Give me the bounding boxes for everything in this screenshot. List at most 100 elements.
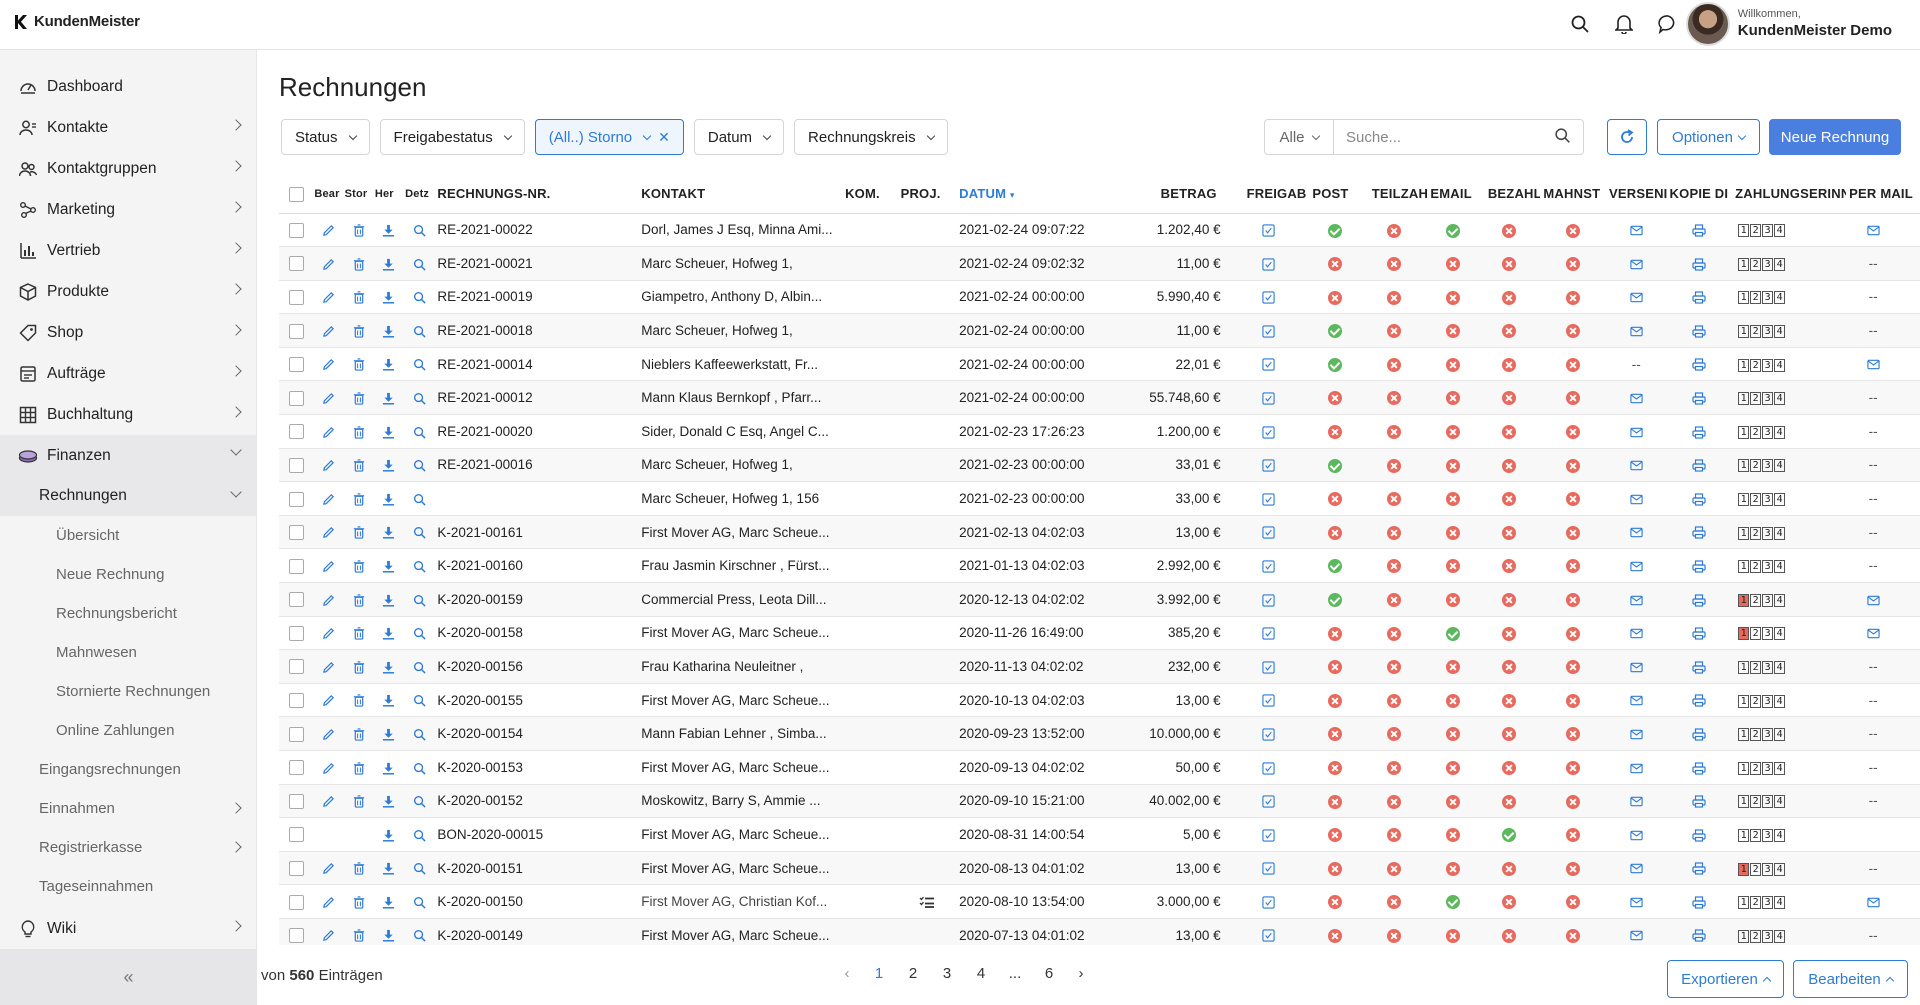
row-checkbox[interactable] xyxy=(288,357,304,373)
printer-icon[interactable] xyxy=(1691,627,1707,641)
reminder-level-3[interactable]: 3 xyxy=(1762,795,1774,809)
edit-icon[interactable] xyxy=(321,593,335,607)
printer-icon[interactable] xyxy=(1691,660,1707,674)
sidebar-subitem-einnahmen[interactable]: Einnahmen xyxy=(0,789,256,828)
reminder-level-4[interactable]: 4 xyxy=(1774,660,1786,674)
reminder-level-3[interactable]: 3 xyxy=(1762,660,1774,674)
magnifier-icon[interactable] xyxy=(412,727,426,741)
app-logo[interactable]: KundenMeister xyxy=(14,13,140,30)
approve-icon[interactable] xyxy=(1262,862,1276,876)
reminder-levels[interactable]: 1234 xyxy=(1738,526,1786,540)
reminder-level-4[interactable]: 4 xyxy=(1774,694,1786,708)
reminder-level-3[interactable]: 3 xyxy=(1762,425,1774,439)
sidebar-item-marketing[interactable]: Marketing xyxy=(0,189,256,230)
edit-icon[interactable] xyxy=(321,324,335,338)
printer-icon[interactable] xyxy=(1691,324,1707,338)
download-icon[interactable] xyxy=(382,862,396,876)
reminder-level-3[interactable]: 3 xyxy=(1762,728,1774,742)
edit-icon[interactable] xyxy=(321,425,335,439)
table-row[interactable]: K-2021-00160 Frau Jasmin Kirschner , Fürs… xyxy=(279,548,1920,584)
avatar[interactable] xyxy=(1685,2,1730,46)
sidebar-item-rechnungen[interactable]: Rechnungen xyxy=(0,476,256,516)
edit-icon[interactable] xyxy=(321,391,335,405)
reminder-level-1[interactable]: 1 xyxy=(1738,761,1750,775)
reminder-level-4[interactable]: 4 xyxy=(1774,291,1786,305)
download-icon[interactable] xyxy=(382,291,396,305)
edit-icon[interactable] xyxy=(321,559,335,573)
download-icon[interactable] xyxy=(382,727,396,741)
table-row[interactable]: RE-2021-00021 Marc Scheuer, Hofweg 1, 2021… xyxy=(279,246,1920,281)
magnifier-icon[interactable] xyxy=(412,862,426,876)
reminder-level-4[interactable]: 4 xyxy=(1774,257,1786,271)
edit-icon[interactable] xyxy=(321,627,335,641)
reminder-level-4[interactable]: 4 xyxy=(1774,492,1786,506)
send-mail-icon[interactable] xyxy=(1629,526,1643,540)
trash-icon[interactable] xyxy=(352,795,366,809)
reminder-level-2[interactable]: 2 xyxy=(1750,728,1762,742)
reminder-levels[interactable]: 1234 xyxy=(1738,896,1786,910)
approve-icon[interactable] xyxy=(1262,559,1276,573)
reminder-level-4[interactable]: 4 xyxy=(1774,593,1786,607)
table-row[interactable]: K-2020-00152 Moskowitz, Barry S, Ammie ..… xyxy=(279,784,1920,819)
trash-icon[interactable] xyxy=(352,291,366,305)
prev-page-button[interactable]: ‹ xyxy=(832,965,862,982)
reminder-levels[interactable]: 1234 xyxy=(1738,627,1786,641)
reminder-level-3[interactable]: 3 xyxy=(1762,896,1774,910)
reminder-level-3[interactable]: 3 xyxy=(1762,593,1774,607)
reminder-level-2[interactable]: 2 xyxy=(1750,560,1762,574)
trash-icon[interactable] xyxy=(352,324,366,338)
download-icon[interactable] xyxy=(382,492,396,506)
reminder-level-3[interactable]: 3 xyxy=(1762,694,1774,708)
printer-icon[interactable] xyxy=(1691,358,1707,372)
trash-icon[interactable] xyxy=(352,257,366,271)
reminder-level-4[interactable]: 4 xyxy=(1774,526,1786,540)
table-row[interactable]: K-2020-00155 First Mover AG, Marc Scheue.… xyxy=(279,683,1920,718)
approve-icon[interactable] xyxy=(1262,324,1276,338)
reminder-level-4[interactable]: 4 xyxy=(1774,896,1786,910)
table-row[interactable]: RE-2021-00019 Giampetro, Anthony D, Albin… xyxy=(279,280,1920,315)
trash-icon[interactable] xyxy=(352,895,366,909)
edit-icon[interactable] xyxy=(321,795,335,809)
row-checkbox[interactable] xyxy=(288,793,304,809)
contact-cell[interactable]: Sider, Donald C Esq, Angel C... xyxy=(638,414,843,449)
reminder-level-2[interactable]: 2 xyxy=(1750,795,1762,809)
reminder-levels[interactable]: 1234 xyxy=(1738,325,1786,339)
reminder-level-2[interactable]: 2 xyxy=(1750,425,1762,439)
bell-icon[interactable] xyxy=(1612,12,1636,36)
printer-icon[interactable] xyxy=(1691,559,1707,573)
reminder-level-1[interactable]: 1 xyxy=(1738,459,1750,473)
send-mail-icon[interactable] xyxy=(1629,559,1643,573)
invoice-number[interactable]: RE-2021-00016 xyxy=(434,448,639,483)
row-checkbox[interactable] xyxy=(288,659,304,675)
magnifier-icon[interactable] xyxy=(412,929,426,943)
page-button-1[interactable]: 1 xyxy=(862,965,896,982)
reminder-levels[interactable]: 1234 xyxy=(1738,660,1786,674)
send-mail-icon[interactable] xyxy=(1629,593,1643,607)
row-checkbox[interactable] xyxy=(288,390,304,406)
contact-cell[interactable]: Moskowitz, Barry S, Ammie ... xyxy=(638,784,843,819)
reminder-level-1[interactable]: 1 xyxy=(1738,492,1750,506)
reminder-level-2[interactable]: 2 xyxy=(1750,224,1762,238)
printer-icon[interactable] xyxy=(1691,694,1707,708)
table-row[interactable]: RE-2021-00014 Nieblers Kaffeewerkstatt, F… xyxy=(279,347,1920,382)
options-button[interactable]: Optionen xyxy=(1657,119,1760,155)
per-mail-icon[interactable] xyxy=(1866,627,1880,641)
row-checkbox[interactable] xyxy=(288,726,304,742)
reminder-level-3[interactable]: 3 xyxy=(1762,291,1774,305)
table-row[interactable]: BON-2020-00015 First Mover AG, Marc Scheu… xyxy=(279,817,1920,852)
reminder-level-4[interactable]: 4 xyxy=(1774,761,1786,775)
row-checkbox[interactable] xyxy=(288,323,304,339)
reminder-level-2[interactable]: 2 xyxy=(1750,862,1762,876)
send-mail-icon[interactable] xyxy=(1629,627,1643,641)
contact-cell[interactable]: Dorl, James J Esq, Minna Ami... xyxy=(638,213,843,248)
magnifier-icon[interactable] xyxy=(412,895,426,909)
reminder-level-3[interactable]: 3 xyxy=(1762,325,1774,339)
invoice-number[interactable]: K-2020-00152 xyxy=(434,784,639,819)
collapse-sidebar-button[interactable]: « xyxy=(0,949,257,1005)
reminder-level-1[interactable]: 1 xyxy=(1738,728,1750,742)
row-checkbox[interactable] xyxy=(288,558,304,574)
filter-datum-dropdown[interactable]: Datum xyxy=(693,119,785,155)
contact-cell[interactable]: First Mover AG, Marc Scheue... xyxy=(638,817,843,852)
download-icon[interactable] xyxy=(382,761,396,775)
download-icon[interactable] xyxy=(382,895,396,909)
